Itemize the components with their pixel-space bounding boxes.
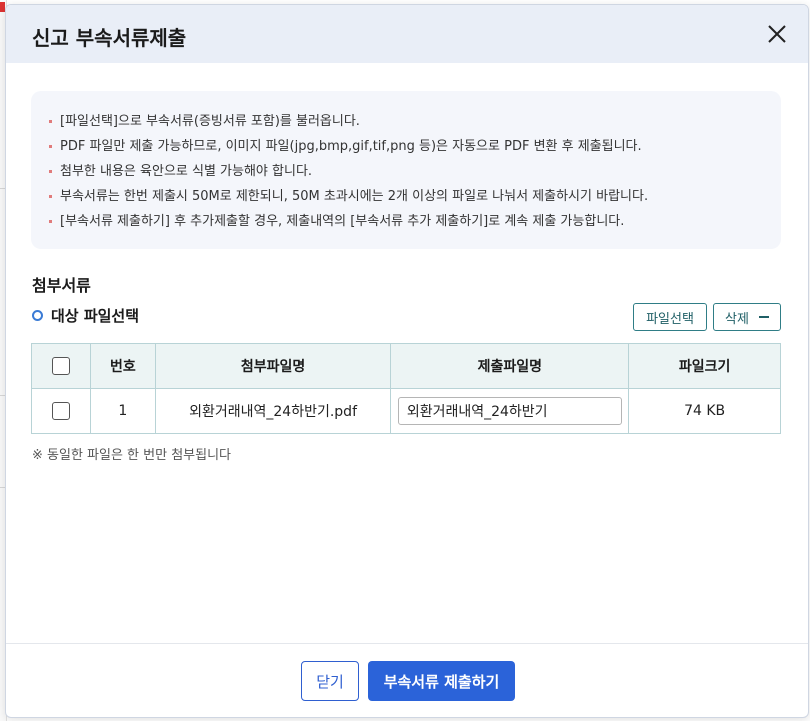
submit-documents-modal: 신고 부속서류제출 [파일선택]으로 부속서류(증빙서류 포함)를 불러옵니다.…: [5, 4, 809, 718]
bullet-icon: [49, 145, 52, 148]
table-header-row: 번호 첨부파일명 제출파일명 파일크기: [31, 343, 781, 389]
column-header-size: 파일크기: [628, 343, 781, 389]
column-header-submit-name: 제출파일명: [390, 343, 630, 389]
row-submit-name-cell: [390, 388, 630, 434]
footer-divider: [6, 643, 808, 644]
modal-header: 신고 부속서류제출: [6, 5, 808, 63]
radio-ring-icon: [32, 310, 43, 321]
column-header-no: 번호: [89, 343, 156, 389]
table-row: 1 외환거래내역_24하반기.pdf 74 KB: [31, 388, 781, 434]
row-no: 1: [89, 388, 156, 434]
close-icon[interactable]: [766, 23, 788, 45]
section-title: 첨부서류: [32, 276, 91, 295]
close-button[interactable]: 닫기: [301, 661, 359, 701]
file-select-button[interactable]: 파일선택: [633, 303, 707, 331]
delete-button[interactable]: 삭제: [713, 303, 781, 331]
row-select-cell: [31, 388, 91, 434]
row-checkbox[interactable]: [51, 402, 70, 420]
notice-item: [파일선택]으로 부속서류(증빙서류 포함)를 불러옵니다.: [49, 109, 781, 134]
minus-icon: [758, 316, 769, 318]
bullet-icon: [49, 195, 52, 198]
submit-documents-button[interactable]: 부속서류 제출하기: [368, 661, 515, 701]
select-all-checkbox[interactable]: [51, 357, 70, 375]
submit-name-input[interactable]: [397, 397, 622, 425]
notice-item: [부속서류 제출하기] 후 추가제출할 경우, 제출내역의 [부속서류 추가 제…: [49, 209, 781, 234]
file-table: 번호 첨부파일명 제출파일명 파일크기 1 외환거래내역_24하반기.pdf 7…: [31, 343, 781, 434]
bullet-icon: [49, 120, 52, 123]
column-header-attached-name: 첨부파일명: [154, 343, 392, 389]
row-attached-name: 외환거래내역_24하반기.pdf: [154, 388, 392, 434]
row-size: 74 KB: [628, 388, 781, 434]
notice-item: 첨부한 내용은 육안으로 식별 가능해야 합니다.: [49, 159, 781, 184]
notice-item: 부속서류는 한번 제출시 50M로 제한되니, 50M 초과시에는 2개 이상의…: [49, 184, 781, 209]
duplicate-note: ※ 동일한 파일은 한 번만 첨부됩니다: [32, 448, 231, 463]
select-all-cell: [31, 343, 91, 389]
notice-box: [파일선택]으로 부속서류(증빙서류 포함)를 불러옵니다. PDF 파일만 제…: [31, 91, 781, 249]
bullet-icon: [49, 170, 52, 173]
notice-item: PDF 파일만 제출 가능하므로, 이미지 파일(jpg,bmp,gif,tif…: [49, 134, 781, 159]
bullet-icon: [49, 220, 52, 223]
modal-title: 신고 부속서류제출: [32, 26, 187, 50]
sub-title: 대상 파일선택: [32, 305, 139, 326]
